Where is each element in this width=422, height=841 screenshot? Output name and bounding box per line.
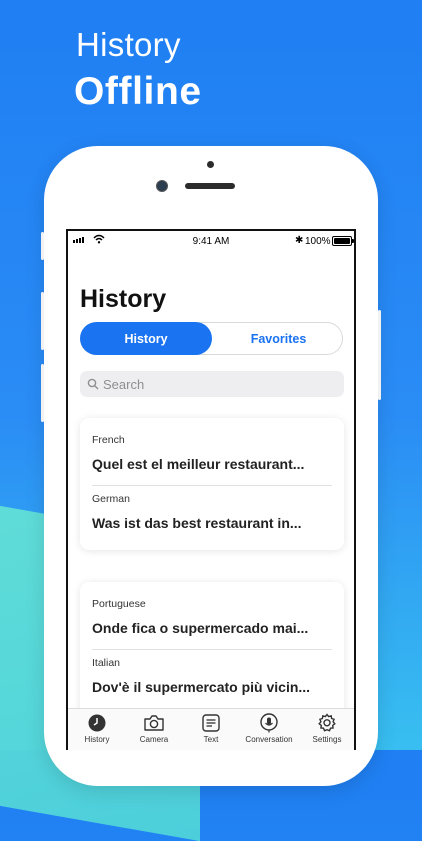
battery-icon: [332, 236, 354, 246]
hero-title: History: [76, 26, 181, 63]
battery-percent: 100%: [305, 236, 331, 247]
source-language: Portuguese: [92, 598, 146, 610]
tab-history[interactable]: History: [68, 712, 126, 744]
source-phrase: Quel est el meilleur restaurant...: [92, 456, 305, 472]
target-language: Italian: [92, 657, 121, 669]
target-phrase: Was ist das best restaurant in...: [92, 515, 302, 531]
tab-bar: History Camera Text Conversation Setting…: [68, 708, 354, 750]
history-card[interactable]: Portuguese Onde fica o supermercado mai.…: [80, 582, 344, 722]
text-icon: [182, 712, 240, 734]
hero-subtitle: Offline: [74, 70, 202, 113]
power-button: [378, 310, 381, 400]
camera-icon: [125, 712, 183, 734]
target-language: German: [92, 493, 130, 505]
tab-label: Camera: [139, 735, 169, 744]
phone-screen: 9:41 AM ✱ 100% History History Favorites…: [66, 229, 356, 750]
card-divider: [92, 485, 332, 486]
mute-switch: [41, 232, 44, 260]
clock-icon: [68, 712, 126, 734]
microphone-icon: [240, 712, 298, 734]
tab-history-segment[interactable]: History: [80, 322, 212, 355]
earpiece-speaker: [185, 183, 235, 189]
card-divider: [92, 649, 332, 650]
front-sensor: [207, 161, 214, 168]
segmented-control: History Favorites: [80, 322, 343, 355]
front-camera: [156, 180, 168, 192]
volume-up-button: [41, 292, 44, 350]
target-phrase: Dov'è il supermercato più vicin...: [92, 679, 311, 695]
tab-settings[interactable]: Settings: [298, 712, 354, 744]
search-icon: [87, 378, 99, 390]
tab-camera[interactable]: Camera: [125, 712, 183, 744]
tab-conversation[interactable]: Conversation: [240, 712, 298, 744]
source-language: French: [92, 434, 125, 446]
page-title: History: [80, 285, 167, 313]
tab-label: Conversation: [245, 735, 293, 744]
gear-icon: [298, 712, 354, 734]
tab-favorites-segment[interactable]: Favorites: [213, 322, 344, 355]
status-bar: 9:41 AM ✱ 100%: [68, 231, 354, 251]
tab-label: Settings: [312, 735, 342, 744]
bluetooth-icon: ✱: [295, 235, 304, 246]
source-phrase: Onde fica o supermercado mai...: [92, 620, 309, 636]
tab-label: History: [84, 735, 110, 744]
volume-down-button: [41, 364, 44, 422]
tab-text[interactable]: Text: [182, 712, 240, 744]
search-input[interactable]: Search: [80, 371, 344, 397]
history-card[interactable]: French Quel est el meilleur restaurant..…: [80, 418, 344, 550]
search-placeholder: Search: [103, 376, 145, 392]
tab-label: Text: [203, 735, 219, 744]
